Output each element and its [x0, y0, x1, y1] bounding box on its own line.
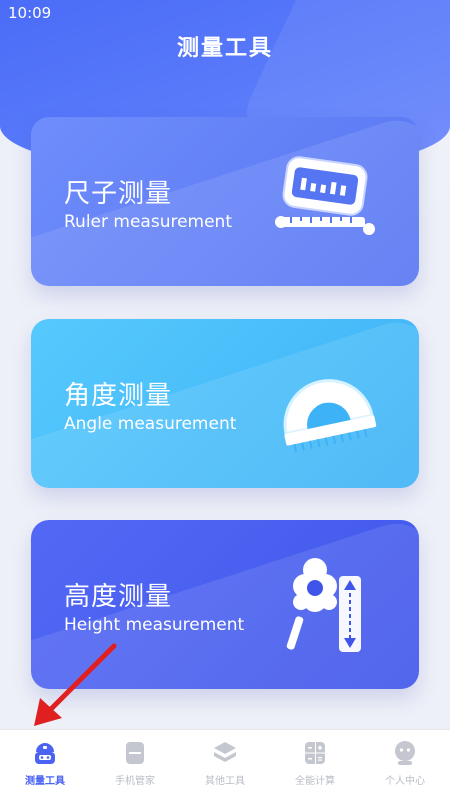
calculator-icon [305, 742, 325, 764]
robot-icon [35, 743, 55, 764]
tab-measure-tools[interactable]: 测量工具 [0, 730, 90, 801]
card-subtitle: Ruler measurement [64, 212, 232, 232]
angle-measurement-card[interactable]: 角度测量 Angle measurement [31, 319, 419, 488]
tab-calculator[interactable]: 全能计算 [270, 730, 360, 801]
phone-icon [126, 742, 144, 764]
tab-label: 全能计算 [295, 776, 335, 787]
tab-label: 个人中心 [385, 776, 425, 787]
status-bar: 10:09 [0, 0, 450, 26]
ruler-measurement-card[interactable]: 尺子测量 Ruler measurement [31, 117, 419, 286]
tab-label: 手机管家 [115, 776, 155, 787]
tab-label: 其他工具 [205, 776, 245, 787]
tab-profile[interactable]: 个人中心 [360, 730, 450, 801]
status-time: 10:09 [8, 4, 52, 22]
height-tool-icon [286, 558, 361, 652]
ruler-icon [275, 156, 375, 235]
bottom-tab-bar: 测量工具 手机管家 其他工具 全能计算 个人中心 [0, 729, 450, 801]
tab-other-tools[interactable]: 其他工具 [180, 730, 270, 801]
card-subtitle: Angle measurement [64, 414, 237, 434]
page-title: 测量工具 [176, 36, 273, 61]
card-title: 角度测量 [64, 381, 173, 411]
user-icon [395, 741, 415, 765]
card-title: 高度测量 [64, 582, 173, 612]
tab-phone-manager[interactable]: 手机管家 [90, 730, 180, 801]
protractor-icon [283, 379, 377, 453]
annotation-arrow-icon [34, 643, 117, 726]
tab-label: 测量工具 [25, 776, 65, 787]
layers-icon [214, 742, 236, 762]
card-subtitle: Height measurement [64, 615, 245, 635]
card-title: 尺子测量 [64, 179, 173, 209]
